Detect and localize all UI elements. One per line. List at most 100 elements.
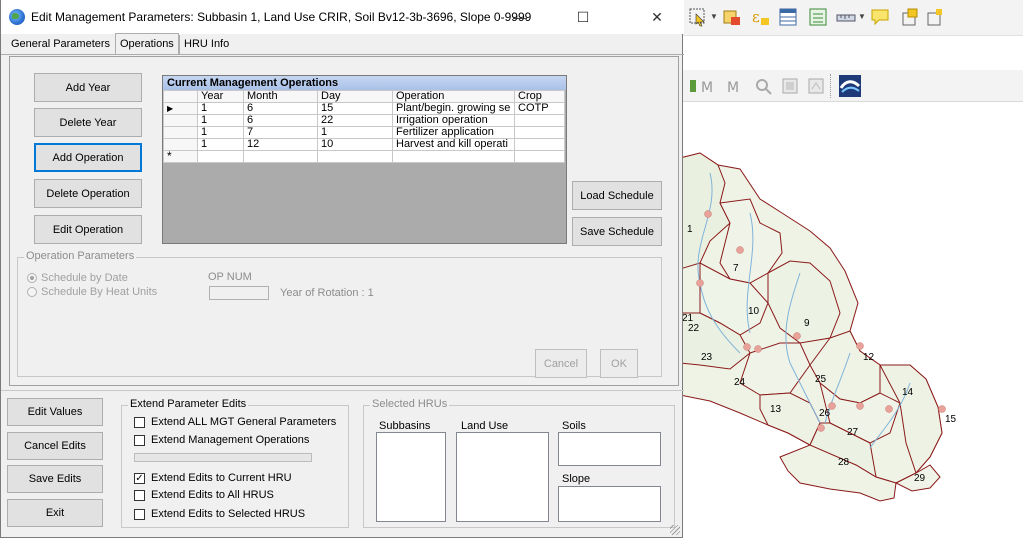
cell-operation[interactable]: Plant/begin. growing se [392, 102, 515, 115]
select-features-icon[interactable] [688, 7, 708, 27]
subbasins-listbox[interactable] [376, 432, 446, 522]
cell-operation[interactable]: Fertilizer application [392, 126, 515, 139]
map-tips-icon[interactable] [870, 7, 890, 27]
tab-strip: General Parameters Operations HRU Info [1, 33, 684, 55]
edit-input-icon[interactable]: M [726, 76, 746, 96]
measure-icon[interactable] [836, 7, 856, 27]
subbasin-map-canvas [680, 152, 946, 502]
schedule-by-date-radio[interactable]: Schedule by Date [27, 272, 128, 284]
row-header[interactable] [163, 138, 198, 151]
extend-management-operations-checkbox[interactable]: Extend Management Operations [134, 434, 309, 446]
delete-operation-button[interactable]: Delete Operation [34, 179, 142, 208]
resize-grip-icon[interactable] [670, 525, 680, 535]
watershed-map[interactable]: 1 7 10 9 21 22 23 12 24 25 14 13 26 15 2… [680, 103, 1023, 538]
add-year-button[interactable]: Add Year [34, 73, 142, 102]
write-input-icon[interactable]: M [700, 76, 720, 96]
checkbox-unchecked-icon [134, 508, 145, 520]
tab-general-parameters[interactable]: General Parameters [7, 35, 114, 54]
clear-selection-icon[interactable] [722, 7, 742, 27]
new-row-marker-icon[interactable]: * [163, 150, 198, 163]
delete-year-button[interactable]: Delete Year [34, 108, 142, 137]
cell-crop[interactable] [514, 126, 565, 139]
extend-all-mgt-general-checkbox[interactable]: Extend ALL MGT General Parameters [134, 416, 336, 428]
column-header-operation[interactable]: Operation [392, 90, 515, 103]
cell-month[interactable]: 6 [243, 114, 318, 127]
dropdown-arrow-icon[interactable]: ▼ [710, 12, 718, 21]
cell-day[interactable]: 22 [317, 114, 393, 127]
run-swat-icon[interactable] [754, 76, 774, 96]
cell-month[interactable]: 12 [243, 138, 318, 151]
cell-crop[interactable] [514, 138, 565, 151]
column-header-month[interactable]: Month [243, 90, 318, 103]
field-calculator-icon[interactable] [808, 7, 828, 27]
calibrate-icon[interactable] [806, 76, 826, 96]
cell-month[interactable] [243, 150, 318, 163]
edit-operation-button[interactable]: Edit Operation [34, 215, 142, 244]
save-edits-button[interactable]: Save Edits [7, 465, 103, 493]
column-header-year[interactable]: Year [197, 90, 244, 103]
load-schedule-button[interactable]: Load Schedule [572, 181, 662, 210]
land-use-listbox[interactable] [456, 432, 549, 522]
cell-year[interactable]: 1 [197, 114, 244, 127]
table-row[interactable]: 1 12 10 Harvest and kill operati [163, 138, 565, 151]
checkbox-label: Extend Edits to Selected HRUS [151, 508, 306, 520]
table-row[interactable]: 1 7 1 Fertilizer application [163, 126, 565, 139]
extend-edits-selected-hrus-checkbox[interactable]: Extend Edits to Selected HRUS [134, 508, 305, 520]
cell-operation[interactable]: Irrigation operation [392, 114, 515, 127]
cancel-edits-button[interactable]: Cancel Edits [7, 432, 103, 460]
swat-check-icon[interactable] [838, 74, 862, 98]
tab-hru-info[interactable]: HRU Info [179, 35, 233, 54]
cell-day[interactable] [317, 150, 393, 163]
ok-button[interactable]: OK [600, 349, 638, 378]
schedule-by-heat-units-radio[interactable]: Schedule By Heat Units [27, 286, 157, 298]
extend-edits-all-hrus-checkbox[interactable]: Extend Edits to All HRUS [134, 489, 274, 501]
maximize-button[interactable]: ☐ [561, 0, 605, 34]
edit-values-button[interactable]: Edit Values [7, 398, 103, 426]
row-header[interactable] [163, 126, 198, 139]
show-bookmarks-icon[interactable] [925, 7, 945, 27]
cell-day[interactable]: 1 [317, 126, 393, 139]
cell-year[interactable]: 1 [197, 138, 244, 151]
row-header[interactable] [163, 114, 198, 127]
extend-edits-current-hru-checkbox[interactable]: ✓ Extend Edits to Current HRU [134, 472, 292, 484]
cancel-button[interactable]: Cancel [535, 349, 587, 378]
tab-operations[interactable]: Operations [115, 33, 179, 55]
table-row[interactable]: 1 6 22 Irrigation operation [163, 114, 565, 127]
dropdown-arrow-icon[interactable]: ▼ [858, 12, 866, 21]
identify-icon[interactable]: ε [750, 7, 770, 27]
cell-year[interactable]: 1 [197, 102, 244, 115]
minimize-button[interactable]: — [498, 0, 542, 34]
current-row-indicator-icon[interactable]: ▶ [163, 102, 198, 115]
current-management-operations-grid[interactable]: Current Management Operations Year Month… [162, 75, 567, 244]
op-num-input[interactable] [209, 286, 269, 300]
cell-crop[interactable] [514, 114, 565, 127]
cell-year[interactable]: 1 [197, 126, 244, 139]
table-row[interactable]: ▶ 1 6 15 Plant/begin. growing se COTP [163, 102, 565, 115]
read-output-icon[interactable] [780, 76, 800, 96]
radio-selected-icon [27, 273, 37, 283]
attribute-table-icon[interactable] [778, 7, 798, 27]
cell-operation[interactable] [392, 150, 515, 163]
title-bar[interactable]: Edit Management Parameters: Subbasin 1, … [1, 0, 684, 34]
close-button[interactable]: ✕ [635, 0, 679, 34]
exit-button[interactable]: Exit [7, 499, 103, 527]
extend-progress-bar [134, 453, 312, 462]
cell-crop[interactable]: COTP [514, 102, 565, 115]
cell-day[interactable]: 15 [317, 102, 393, 115]
cell-month[interactable]: 6 [243, 102, 318, 115]
add-operation-button[interactable]: Add Operation [34, 143, 142, 172]
soils-listbox[interactable] [558, 432, 661, 466]
column-header-day[interactable]: Day [317, 90, 393, 103]
cell-month[interactable]: 7 [243, 126, 318, 139]
cell-day[interactable]: 10 [317, 138, 393, 151]
save-schedule-button[interactable]: Save Schedule [572, 217, 662, 246]
year-of-rotation-label: Year of Rotation : 1 [280, 287, 374, 299]
operations-table[interactable]: Year Month Day Operation Crop ▶ 1 6 15 P… [163, 90, 565, 163]
new-row[interactable]: * [163, 150, 565, 163]
column-header-crop[interactable]: Crop [514, 90, 565, 103]
slope-listbox[interactable] [558, 486, 661, 522]
cell-crop[interactable] [514, 150, 565, 163]
new-bookmark-icon[interactable] [900, 7, 920, 27]
cell-year[interactable] [197, 150, 244, 163]
cell-operation[interactable]: Harvest and kill operati [392, 138, 515, 151]
